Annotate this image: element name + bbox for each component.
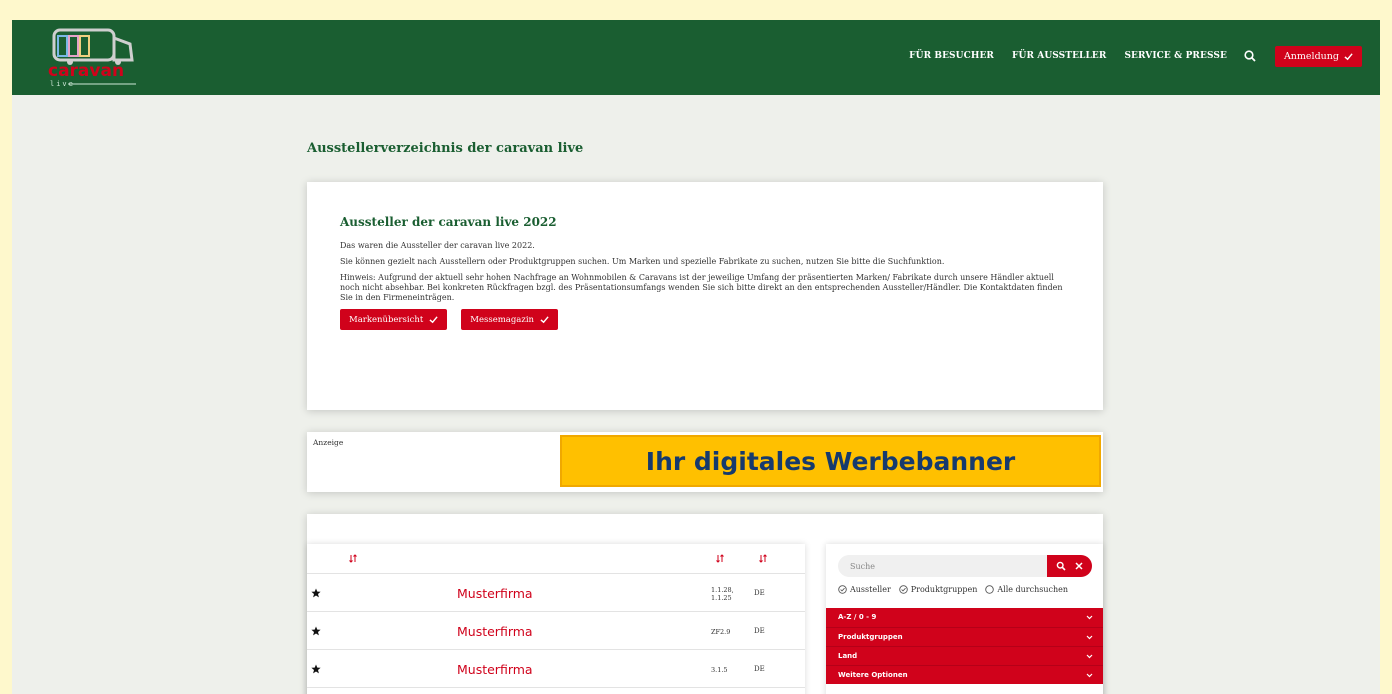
radio-aussteller[interactable]: Aussteller [838,585,891,594]
table-header [307,544,805,574]
filter-sidebar: Aussteller Produktgruppen Alle durchsuch… [826,544,1103,694]
hall-stand: ZF2.9 [711,628,730,636]
hall-stand-line: 1.1.28, [711,586,734,594]
hall-stand-line: 3.1.5 [711,666,728,674]
chevron-down-icon [1086,615,1093,620]
star-icon[interactable] [311,626,321,636]
caravan-live-logo[interactable]: caravan live [44,26,142,88]
check-icon [540,316,549,324]
exhibitor-name-link[interactable]: Musterfirma [457,624,533,639]
accordion-weitere-optionen[interactable]: Weitere Optionen [826,665,1103,684]
empty-circle-icon [985,585,995,594]
sort-icon[interactable] [759,554,767,563]
country-code: DE [754,589,765,597]
ad-card: Anzeige Ihr digitales Werbebanner [307,432,1103,492]
table-row: Musterfirma ZF2.9 DE [307,612,805,650]
star-icon[interactable] [311,664,321,674]
login-button-label: Anmeldung [1283,50,1339,62]
browser-viewport: caravan live FÜR BESUCHER FÜR AUSSTELLER… [12,20,1380,694]
intro-paragraph-1: Das waren die Aussteller der caravan liv… [340,241,535,250]
accordion-label: A-Z / 0 - 9 [838,613,877,621]
search-input[interactable] [838,555,1047,577]
hall-stand: 3.1.5 [711,666,728,674]
exhibitor-name-link[interactable]: Musterfirma [457,662,533,677]
page-title: Ausstellerverzeichnis der caravan live [307,141,584,156]
nav-service-presse[interactable]: SERVICE & PRESSE [1124,51,1227,61]
accordion-label: Weitere Optionen [838,671,908,679]
hall-stand-line: ZF2.9 [711,628,731,636]
ad-label: Anzeige [313,438,344,447]
accordion-produktgruppen[interactable]: Produktgruppen [826,627,1103,646]
accordion-label: Land [838,652,858,660]
chevron-down-icon [1086,635,1093,640]
exhibitor-table: Musterfirma 1.1.28, 1.1.25 DE Musterfirm… [307,544,805,694]
country-code: DE [754,627,765,635]
chevron-down-icon [1086,654,1093,659]
sort-icon[interactable] [349,554,357,563]
accordion-a-z[interactable]: A-Z / 0 - 9 [826,608,1103,627]
sort-icon[interactable] [716,554,724,563]
table-row: Musterfirma 3.1.5 DE [307,650,805,688]
radio-label: Alle durchsuchen [997,585,1069,594]
chevron-down-icon [1086,673,1093,678]
intro-buttons: Markenübersicht Messemagazin [340,309,1070,330]
search-scope-options: Aussteller Produktgruppen Alle durchsuch… [838,585,1068,594]
nav-fuer-besucher[interactable]: FÜR BESUCHER [909,51,994,61]
search-buttons [1047,555,1092,577]
check-icon [429,316,438,324]
accordion-land[interactable]: Land [826,646,1103,665]
hall-stand-line: 1.1.25 [711,594,732,602]
fair-magazine-button[interactable]: Messemagazin [461,309,559,330]
main-nav: FÜR BESUCHER FÜR AUSSTELLER SERVICE & PR… [891,45,1362,67]
search-icon[interactable] [1243,49,1257,63]
fair-magazine-label: Messemagazin [470,314,535,325]
star-icon[interactable] [311,588,321,598]
intro-heading: Aussteller der caravan live 2022 [340,215,557,229]
radio-label: Aussteller [850,585,891,594]
country-code: DE [754,665,765,673]
logo-text: caravan [48,61,124,81]
check-icon [1344,52,1353,60]
top-navigation-bar: caravan live FÜR BESUCHER FÜR AUSSTELLER… [12,20,1380,95]
accordion-label: Produktgruppen [838,633,903,641]
table-row: Musterfirma 1.1.28, 1.1.25 DE [307,574,805,612]
checked-circle-icon [838,585,847,594]
brands-overview-button[interactable]: Markenübersicht [340,309,448,330]
search-box [838,555,1092,577]
exhibitor-name-link[interactable]: Musterfirma [457,586,533,601]
intro-paragraph-2: Sie können gezielt nach Ausstellern oder… [340,257,945,266]
radio-label: Produktgruppen [910,585,978,594]
nav-fuer-aussteller[interactable]: FÜR AUSSTELLER [1012,51,1106,61]
radio-produktgruppen[interactable]: Produktgruppen [899,585,978,594]
ad-banner[interactable]: Ihr digitales Werbebanner [560,435,1101,487]
login-button[interactable]: Anmeldung [1274,45,1362,67]
hall-stand: 1.1.28, 1.1.25 [711,586,734,602]
intro-paragraph-3: Hinweis: Aufgrund der aktuell sehr hohen… [340,273,1063,302]
close-icon[interactable] [1075,562,1083,570]
search-icon[interactable] [1056,561,1066,571]
checked-circle-icon [899,585,908,594]
brands-overview-label: Markenübersicht [349,314,424,325]
intro-card: Aussteller der caravan live 2022 Das war… [307,182,1103,410]
exhibitor-list-card: Musterfirma 1.1.28, 1.1.25 DE Musterfirm… [307,514,1103,694]
radio-alle-durchsuchen[interactable]: Alle durchsuchen [985,585,1068,594]
